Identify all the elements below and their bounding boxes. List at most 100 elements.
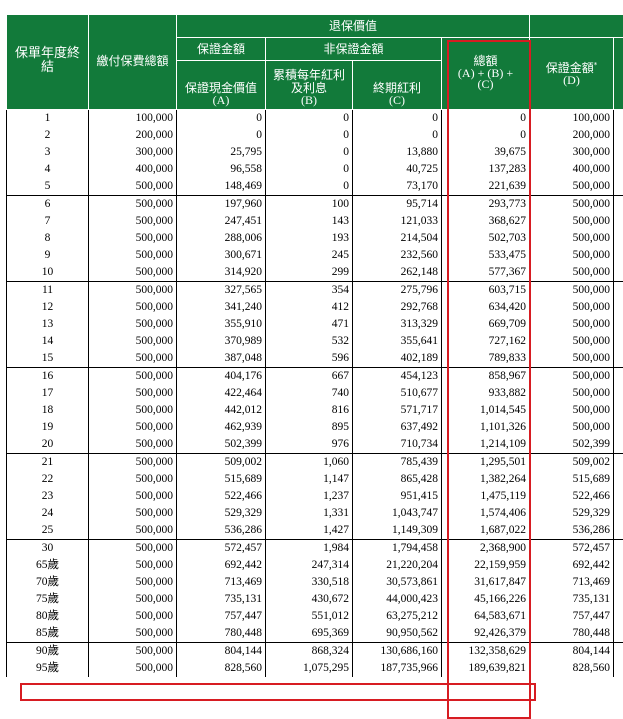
cell-death-guaranteed: 509,002 <box>529 453 615 471</box>
cell-terminal-bonus: 130,686,160 <box>352 642 442 660</box>
cell-death-guaranteed: 500,000 <box>529 367 615 385</box>
cell-total: 502,703 <box>440 230 531 247</box>
cell-policy-year: 70歲 <box>6 574 89 591</box>
cell-total: 1,014,545 <box>440 402 531 419</box>
cell-death-guaranteed: 100,000 <box>529 109 615 127</box>
cell-terminal-bonus: 951,415 <box>352 488 442 505</box>
cell-guaranteed-cash-value: 422,464 <box>176 385 266 402</box>
cell-premium-paid: 500,000 <box>88 488 177 505</box>
cell-guaranteed-cash-value: 780,448 <box>176 625 266 643</box>
table-row: 4 400,000 96,558 0 40,725 137,283 400,000 <box>6 161 623 178</box>
cell-total: 634,420 <box>440 299 531 316</box>
cell-total: 1,295,501 <box>440 453 531 471</box>
cell-cut-off <box>613 625 623 643</box>
cell-premium-paid: 500,000 <box>88 522 177 540</box>
cell-policy-year: 7 <box>6 213 89 230</box>
header-terminal-bonus: 終期紅利 (C) <box>352 60 442 110</box>
cell-cut-off <box>613 281 623 299</box>
cell-total: 64,583,671 <box>440 608 531 625</box>
cell-death-guaranteed: 804,144 <box>529 642 615 660</box>
cell-policy-year: 17 <box>6 385 89 402</box>
cell-accumulated-dividend: 330,518 <box>265 574 353 591</box>
cell-terminal-bonus: 90,950,562 <box>352 625 442 643</box>
cell-policy-year: 22 <box>6 471 89 488</box>
cell-total: 603,715 <box>440 281 531 299</box>
cell-death-guaranteed: 735,131 <box>529 591 615 608</box>
table-row: 30 500,000 572,457 1,984 1,794,458 2,368,900 5… <box>6 539 623 557</box>
cell-policy-year: 21 <box>6 453 89 471</box>
cell-accumulated-dividend: 551,012 <box>265 608 353 625</box>
cell-guaranteed-cash-value: 355,910 <box>176 316 266 333</box>
cell-death-guaranteed: 500,000 <box>529 213 615 230</box>
cell-terminal-bonus: 1,043,747 <box>352 505 442 522</box>
cell-total: 1,687,022 <box>440 522 531 540</box>
cell-premium-paid: 500,000 <box>88 660 177 677</box>
table-row: 19 500,000 462,939 895 637,492 1,101,326 500,0… <box>6 419 623 436</box>
cell-death-guaranteed: 780,448 <box>529 625 615 643</box>
illustration-table-wrapper: 保單年度終結 繳付保費總額 退保價值 保證金額 非保證金額 總額 (A) + (… <box>6 14 623 677</box>
cell-policy-year: 4 <box>6 161 89 178</box>
cell-cut-off <box>613 488 623 505</box>
cell-policy-year: 5 <box>6 178 89 196</box>
table-row: 23 500,000 522,466 1,237 951,415 1,475,119 522… <box>6 488 623 505</box>
header-guaranteed-cash-value: 保證現金價值 (A) <box>176 60 266 110</box>
cell-total: 1,382,264 <box>440 471 531 488</box>
cell-death-guaranteed: 500,000 <box>529 350 615 368</box>
cell-policy-year: 1 <box>6 109 89 127</box>
table-row: 90歲 500,000 804,144 868,324 130,686,160 132,3… <box>6 642 623 660</box>
cell-premium-paid: 500,000 <box>88 453 177 471</box>
cell-total: 1,475,119 <box>440 488 531 505</box>
cell-death-guaranteed: 500,000 <box>529 333 615 350</box>
cell-guaranteed-cash-value: 197,960 <box>176 195 266 213</box>
cell-death-guaranteed: 500,000 <box>529 178 615 196</box>
cell-death-guaranteed: 500,000 <box>529 299 615 316</box>
cell-premium-paid: 300,000 <box>88 144 177 161</box>
cell-policy-year: 13 <box>6 316 89 333</box>
cell-terminal-bonus: 40,725 <box>352 161 442 178</box>
cell-cut-off <box>613 591 623 608</box>
cell-total: 2,368,900 <box>440 539 531 557</box>
cell-policy-year: 2 <box>6 127 89 144</box>
cell-premium-paid: 500,000 <box>88 574 177 591</box>
cell-death-guaranteed: 400,000 <box>529 161 615 178</box>
cell-total: 368,627 <box>440 213 531 230</box>
cell-guaranteed-cash-value: 828,560 <box>176 660 266 677</box>
cell-guaranteed-cash-value: 0 <box>176 127 266 144</box>
cell-policy-year: 20 <box>6 436 89 454</box>
cell-accumulated-dividend: 299 <box>265 264 353 282</box>
cell-policy-year: 23 <box>6 488 89 505</box>
table-body: 1 100,000 0 0 0 0 100,000 2 200,000 0 0 0 0 200,000 3 3… <box>6 109 623 677</box>
table-row: 21 500,000 509,002 1,060 785,439 1,295,501 509… <box>6 453 623 471</box>
cell-premium-paid: 500,000 <box>88 213 177 230</box>
cell-guaranteed-cash-value: 404,176 <box>176 367 266 385</box>
cell-premium-paid: 500,000 <box>88 299 177 316</box>
cell-total: 669,709 <box>440 316 531 333</box>
cell-policy-year: 18 <box>6 402 89 419</box>
cell-terminal-bonus: 73,170 <box>352 178 442 196</box>
cell-terminal-bonus: 571,717 <box>352 402 442 419</box>
table-row: 7 500,000 247,451 143 121,033 368,627 500,000 <box>6 213 623 230</box>
cell-terminal-bonus: 355,641 <box>352 333 442 350</box>
cell-accumulated-dividend: 1,147 <box>265 471 353 488</box>
cell-policy-year: 16 <box>6 367 89 385</box>
cell-terminal-bonus: 44,000,423 <box>352 591 442 608</box>
header-accumulated-dividend: 累積每年紅利及利息 (B) <box>265 60 353 110</box>
table-row: 2 200,000 0 0 0 0 200,000 <box>6 127 623 144</box>
cell-accumulated-dividend: 816 <box>265 402 353 419</box>
cell-total: 132,358,629 <box>440 642 531 660</box>
cell-guaranteed-cash-value: 387,048 <box>176 350 266 368</box>
cell-policy-year: 6 <box>6 195 89 213</box>
table-row: 11 500,000 327,565 354 275,796 603,715 500,000 <box>6 281 623 299</box>
cell-total: 0 <box>440 127 531 144</box>
cell-guaranteed-cash-value: 370,989 <box>176 333 266 350</box>
cell-premium-paid: 500,000 <box>88 247 177 264</box>
cell-premium-paid: 500,000 <box>88 385 177 402</box>
cell-policy-year: 24 <box>6 505 89 522</box>
cell-terminal-bonus: 0 <box>352 127 442 144</box>
table-row: 5 500,000 148,469 0 73,170 221,639 500,000 <box>6 178 623 196</box>
header-death-guaranteed: 保證金額* (D) <box>529 37 615 110</box>
cell-total: 189,639,821 <box>440 660 531 677</box>
cell-premium-paid: 500,000 <box>88 625 177 643</box>
table-row: 18 500,000 442,012 816 571,717 1,014,545 500,0… <box>6 402 623 419</box>
cell-accumulated-dividend: 412 <box>265 299 353 316</box>
